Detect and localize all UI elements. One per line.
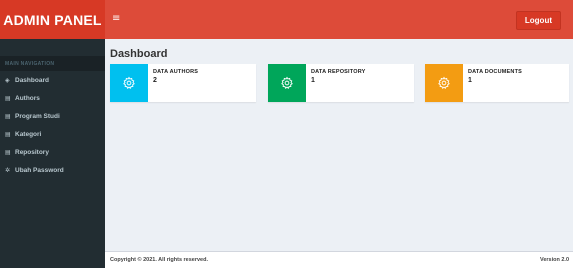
info-box-value: 1 [311, 77, 315, 84]
book-icon: ▤ [5, 130, 11, 138]
sidebar-item-authors[interactable]: ▤ Authors [0, 89, 105, 107]
sidebar-item-label: Authors [15, 94, 40, 102]
info-box-icon-bg [425, 64, 463, 102]
gear-icon: ✲ [5, 166, 11, 174]
book-icon: ▤ [5, 94, 11, 102]
version-text: Version 2.0 [539, 257, 569, 263]
sidebar-item-kategori[interactable]: ▤ Kategori [0, 125, 105, 143]
sidebar-item-repository[interactable]: ▤ Repository [0, 143, 105, 161]
info-box-value: 2 [153, 77, 157, 84]
sidebar-item-label: Kategori [15, 130, 42, 138]
copyright-text: Copyright © 2021. All rights reserved. [110, 257, 208, 263]
gear-icon [123, 76, 135, 89]
logout-button[interactable]: Logout [515, 11, 561, 30]
info-box-label: DATA AUTHORS [153, 69, 199, 75]
dashboard-icon: ◈ [5, 76, 10, 84]
info-box-value: 1 [468, 77, 472, 84]
info-box-label: DATA REPOSITORY [311, 69, 366, 75]
sidebar-header: MAIN NAVIGATION [0, 56, 105, 71]
sidebar: MAIN NAVIGATION ◈ Dashboard ▤ Authors ▤ … [0, 39, 105, 268]
info-box-label: DATA DOCUMENTS [468, 69, 523, 75]
sidebar-item-ubah-password[interactable]: ✲ Ubah Password [0, 161, 105, 179]
info-box-icon-bg [268, 64, 306, 102]
gear-icon [281, 76, 293, 89]
page-title: Dashboard [110, 48, 168, 60]
info-box-repository: DATA REPOSITORY 1 [268, 64, 414, 102]
info-box-documents: DATA DOCUMENTS 1 [425, 64, 569, 102]
sidebar-item-label: Repository [15, 148, 49, 156]
menu-toggle-icon[interactable]: ≡ [112, 13, 124, 25]
sidebar-item-dashboard[interactable]: ◈ Dashboard [0, 71, 105, 89]
book-icon: ▤ [5, 148, 11, 156]
info-box-authors: DATA AUTHORS 2 [110, 64, 256, 102]
book-icon: ▤ [5, 112, 11, 120]
footer: Copyright © 2021. All rights reserved. V… [105, 251, 573, 268]
sidebar-item-program-studi[interactable]: ▤ Program Studi [0, 107, 105, 125]
sidebar-item-label: Program Studi [15, 112, 60, 120]
info-box-icon-bg [110, 64, 148, 102]
sidebar-item-label: Ubah Password [15, 166, 64, 174]
admin-panel-logo[interactable]: ADMIN PANEL [0, 0, 105, 39]
sidebar-item-label: Dashboard [15, 76, 49, 84]
gear-icon [438, 76, 450, 89]
top-navbar: ≡ Logout [105, 0, 573, 39]
